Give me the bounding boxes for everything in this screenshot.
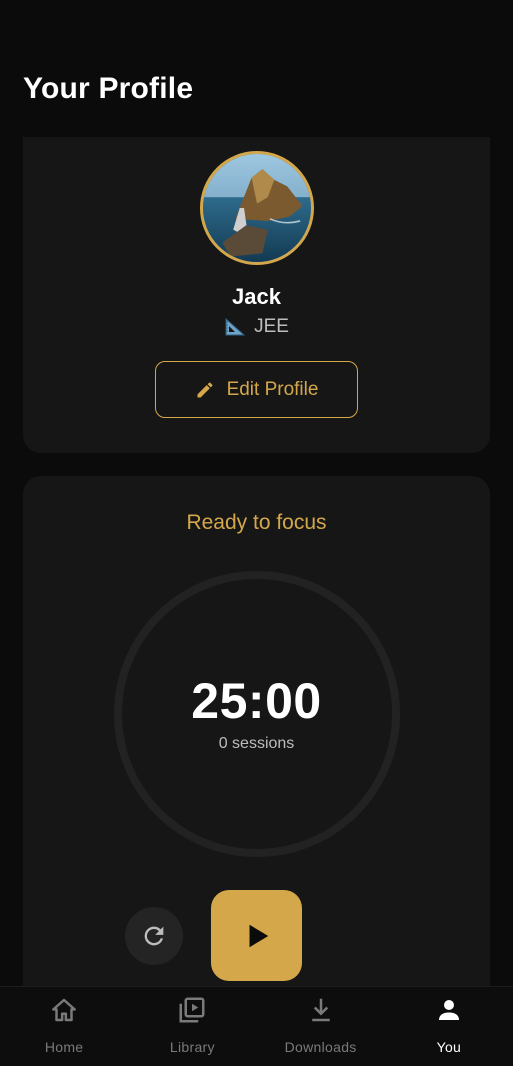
nav-label-downloads: Downloads: [284, 1039, 357, 1055]
avatar[interactable]: [200, 151, 314, 265]
profile-screen: Your Profile Jack JEE Edit Profile Ready…: [0, 0, 513, 1066]
nav-label-you: You: [436, 1039, 462, 1055]
edit-profile-label: Edit Profile: [226, 378, 319, 400]
edit-profile-button[interactable]: Edit Profile: [155, 361, 358, 418]
play-icon: [249, 924, 268, 947]
page-title: Your Profile: [23, 72, 194, 105]
start-timer-button[interactable]: [211, 890, 302, 981]
profile-card: Jack JEE Edit Profile: [23, 137, 490, 453]
nav-label-home: Home: [44, 1039, 84, 1055]
bottom-navigation: Home Library Downloads You: [0, 986, 513, 1066]
exam-label: JEE: [254, 316, 289, 337]
avatar-image: [203, 154, 311, 262]
person-icon: [438, 1000, 459, 1020]
pencil-icon: [195, 380, 215, 400]
nav-item-home[interactable]: Home: [0, 987, 128, 1066]
refresh-icon: [144, 926, 164, 946]
nav-label-library: Library: [169, 1039, 215, 1055]
session-count: 0 sessions: [218, 735, 295, 752]
focus-timer-card: Ready to focus 25:00 0 sessions: [23, 476, 490, 1066]
nav-item-downloads[interactable]: Downloads: [257, 987, 385, 1066]
nav-item-you[interactable]: You: [385, 987, 513, 1066]
library-icon: [179, 997, 205, 1023]
reset-timer-button[interactable]: [125, 907, 183, 965]
home-icon: [52, 998, 76, 1022]
download-icon: [311, 998, 330, 1022]
triangular-ruler-icon: [224, 317, 246, 337]
nav-item-library[interactable]: Library: [128, 987, 256, 1066]
focus-status: Ready to focus: [186, 511, 327, 534]
exam-row: JEE: [23, 316, 490, 338]
timer-value: 25:00: [191, 673, 322, 729]
user-name: Jack: [232, 284, 281, 309]
